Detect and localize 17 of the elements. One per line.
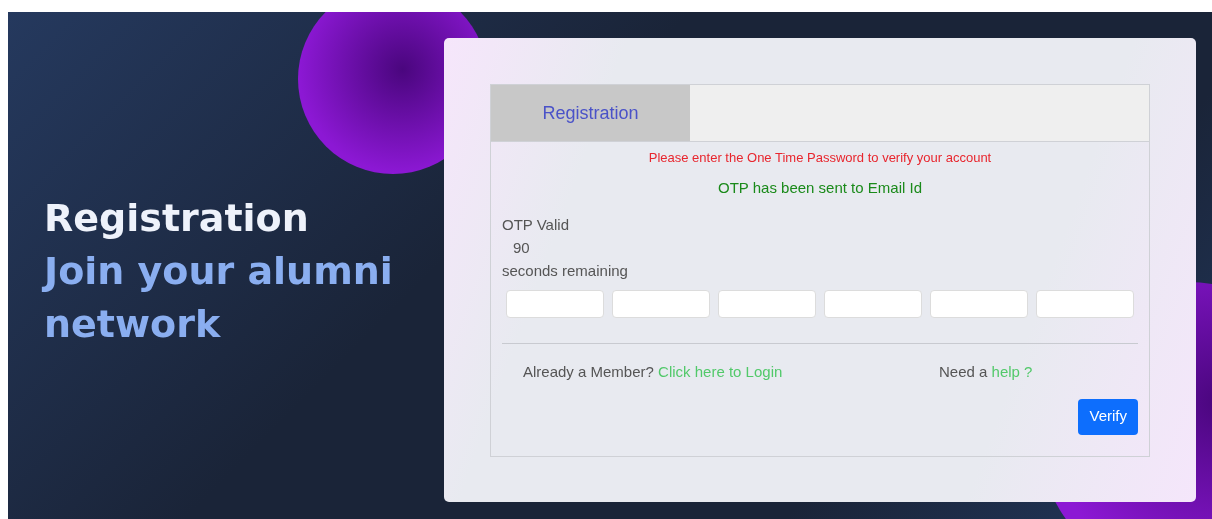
timer-label: OTP Valid	[502, 215, 570, 235]
hero-subtitle: Join your alumni network	[44, 248, 394, 348]
verify-button[interactable]: Verify	[1078, 398, 1138, 435]
otp-digit-field[interactable]	[824, 290, 922, 318]
error-message: Please enter the One Time Password to verify your account	[648, 149, 992, 167]
login-prompt: Already a Member? Click here to Login	[523, 362, 784, 382]
form-tab[interactable]: Registration	[491, 85, 690, 141]
otp-digit-field[interactable]	[506, 290, 604, 318]
timer-seconds: 90	[512, 238, 531, 258]
otp-digit-field[interactable]	[718, 290, 816, 318]
success-message: OTP has been sent to Email Id	[718, 177, 922, 198]
otp-digit-field[interactable]	[930, 290, 1028, 318]
hero-title: Registration	[44, 195, 310, 242]
timer-suffix: seconds remaining	[502, 261, 629, 281]
otp-digit-field[interactable]	[612, 290, 710, 318]
otp-digit-field[interactable]	[1036, 290, 1134, 318]
help-prompt: Need a help ?	[939, 362, 1033, 382]
